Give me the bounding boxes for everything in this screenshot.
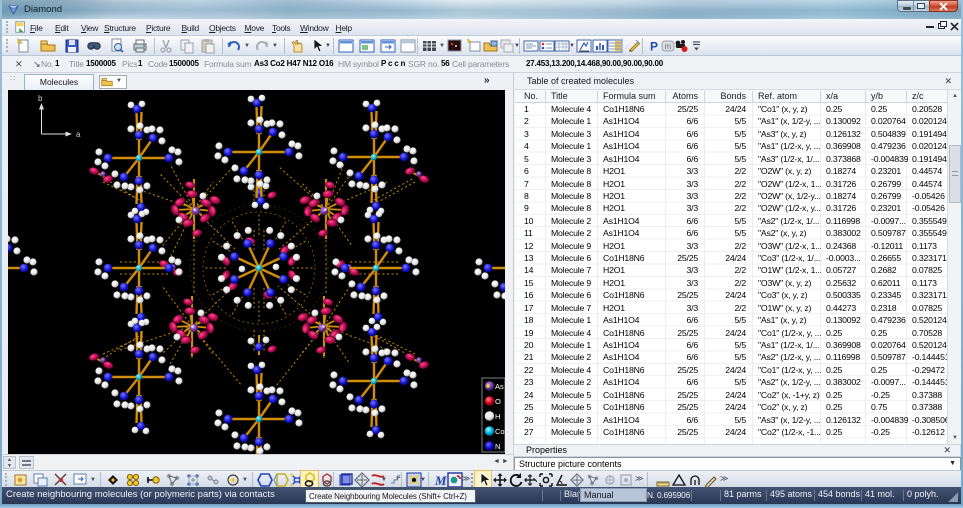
svg-text:Co: Co	[495, 427, 505, 436]
svg-text:As: As	[495, 382, 504, 391]
svg-text:O: O	[495, 397, 501, 406]
svg-text:m: m	[665, 42, 672, 51]
svg-text:a: a	[76, 130, 81, 139]
svg-text:P: P	[650, 40, 658, 54]
svg-text:N: N	[495, 442, 500, 451]
svg-text:b: b	[38, 94, 43, 103]
svg-text:M: M	[434, 473, 447, 488]
svg-text:H: H	[495, 412, 500, 421]
